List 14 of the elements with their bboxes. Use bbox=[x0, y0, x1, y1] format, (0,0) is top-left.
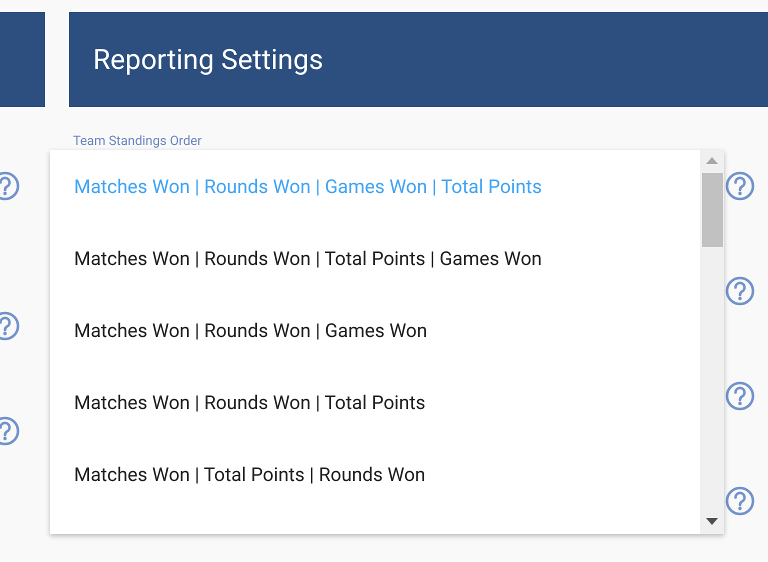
dropdown-option[interactable]: Matches Won | Rounds Won | Games Won bbox=[50, 294, 700, 366]
dropdown-option[interactable]: Matches Won | Rounds Won | Total Points bbox=[50, 366, 700, 438]
section-title: Reporting Settings bbox=[93, 43, 324, 76]
scrollbar[interactable] bbox=[700, 150, 724, 534]
help-icon[interactable] bbox=[725, 486, 755, 516]
dropdown-option[interactable]: Matches Won | Rounds Won | Total Points | Games Won bbox=[50, 222, 700, 294]
scrollbar-thumb[interactable] bbox=[702, 173, 722, 247]
help-icon[interactable] bbox=[725, 171, 755, 201]
dropdown-option[interactable]: Matches Won | Total Points | Rounds Won bbox=[50, 438, 700, 510]
help-icon[interactable] bbox=[725, 276, 755, 306]
scroll-down-icon[interactable] bbox=[706, 518, 718, 526]
help-icon[interactable] bbox=[725, 381, 755, 411]
scroll-up-icon[interactable] bbox=[706, 156, 718, 164]
field-label: Team Standings Order bbox=[73, 134, 202, 149]
